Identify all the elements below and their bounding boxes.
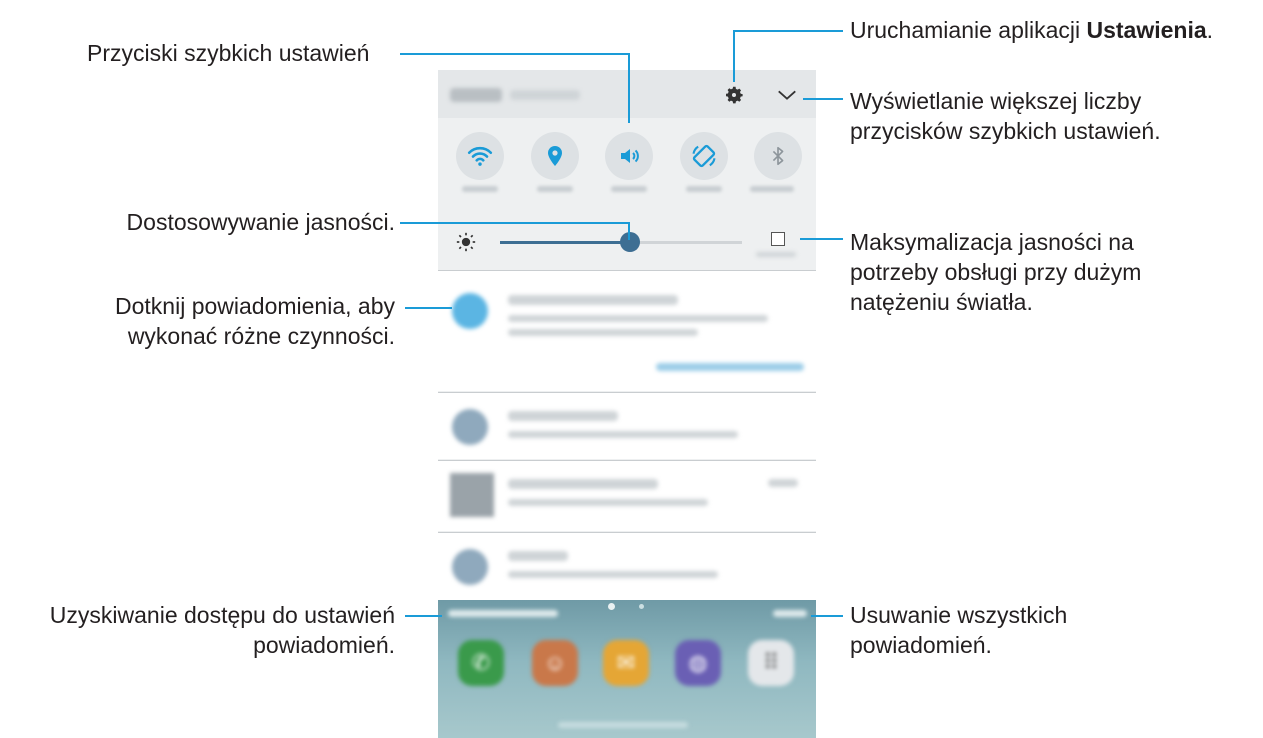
qs-label-placeholder xyxy=(611,186,647,192)
qs-label-placeholder xyxy=(750,186,794,192)
brightness-slider-fill xyxy=(500,241,630,244)
callout-more-buttons: Wyświetlanie większej liczby przycisków … xyxy=(850,88,1161,144)
notification-card[interactable] xyxy=(438,460,816,531)
callout-quick-settings-buttons: Przyciski szybkich ustawień xyxy=(87,40,370,66)
notification-title xyxy=(508,551,568,561)
notification-text xyxy=(508,571,718,578)
leader-line xyxy=(400,53,630,55)
notification-app-icon xyxy=(452,293,488,329)
notification-card[interactable] xyxy=(438,532,816,601)
brightness-slider-thumb[interactable] xyxy=(620,232,640,252)
notification-app-icon xyxy=(452,549,488,585)
leader-line xyxy=(733,30,735,82)
wifi-icon xyxy=(467,146,493,166)
screenshot-thumbnail xyxy=(450,473,494,517)
location-button[interactable] xyxy=(531,132,579,180)
notification-time xyxy=(768,479,798,487)
callout-clear-all: Usuwanie wszystkich powiadomień. xyxy=(850,602,1068,658)
wifi-button[interactable] xyxy=(456,132,504,180)
leader-line xyxy=(405,307,452,309)
status-date xyxy=(510,90,580,100)
contacts-app-icon[interactable]: ☺ xyxy=(532,640,578,686)
sound-icon xyxy=(621,149,639,163)
dock-label xyxy=(558,722,688,728)
leader-line xyxy=(405,615,442,617)
callout-notification-settings: Uzyskiwanie dostępu do ustawień powiadom… xyxy=(49,602,395,658)
leader-line xyxy=(400,222,630,224)
location-icon xyxy=(548,146,562,166)
notification-action[interactable] xyxy=(656,363,804,371)
status-bar xyxy=(438,70,816,118)
callout-max-brightness: Maksymalizacja jasności na potrzeby obsł… xyxy=(850,229,1142,315)
apps-grid-icon[interactable]: ⠿ xyxy=(748,640,794,686)
leader-line xyxy=(628,222,630,240)
gear-icon[interactable] xyxy=(723,84,745,106)
notification-title xyxy=(508,295,678,305)
bluetooth-button[interactable] xyxy=(754,132,802,180)
bluetooth-icon xyxy=(772,146,784,166)
notification-text xyxy=(508,329,698,336)
page-indicator xyxy=(608,603,615,610)
notification-text xyxy=(508,315,768,322)
sound-button[interactable] xyxy=(605,132,653,180)
notification-text xyxy=(508,431,738,438)
outdoor-mode-label xyxy=(756,252,796,257)
chevron-down-icon[interactable] xyxy=(776,84,798,106)
phone-screen: ✆ ☺ ✉ ◍ ⠿ xyxy=(438,70,816,738)
callout-adjust-brightness: Dostosowywanie jasności. xyxy=(126,209,395,235)
clear-all-button[interactable] xyxy=(773,610,807,617)
callout-settings-app: Uruchamianie aplikacji Ustawienia. xyxy=(850,17,1214,43)
leader-line xyxy=(733,30,843,32)
qs-label-placeholder xyxy=(537,186,573,192)
callout-tap-notification: Dotknij powiadomienia, aby wykonać różne… xyxy=(115,293,395,349)
leader-line xyxy=(811,615,843,617)
phone-app-icon[interactable]: ✆ xyxy=(458,640,504,686)
auto-rotate-icon xyxy=(692,144,716,168)
leader-line xyxy=(628,53,630,123)
messages-app-icon[interactable]: ✉ xyxy=(603,640,649,686)
notification-app-icon xyxy=(452,409,488,445)
notification-title xyxy=(508,411,618,421)
notification-settings-button[interactable] xyxy=(448,610,558,617)
qs-label-placeholder xyxy=(462,186,498,192)
page-indicator xyxy=(639,604,644,609)
leader-line xyxy=(800,238,843,240)
status-time xyxy=(450,88,502,102)
outdoor-mode-checkbox[interactable] xyxy=(771,232,785,246)
notification-card[interactable] xyxy=(438,270,816,391)
notification-title xyxy=(508,479,658,489)
notification-text xyxy=(508,499,708,506)
notification-card[interactable] xyxy=(438,392,816,459)
internet-app-icon[interactable]: ◍ xyxy=(675,640,721,686)
auto-rotate-button[interactable] xyxy=(680,132,728,180)
brightness-icon xyxy=(456,232,476,252)
leader-line xyxy=(803,98,843,100)
qs-label-placeholder xyxy=(686,186,722,192)
